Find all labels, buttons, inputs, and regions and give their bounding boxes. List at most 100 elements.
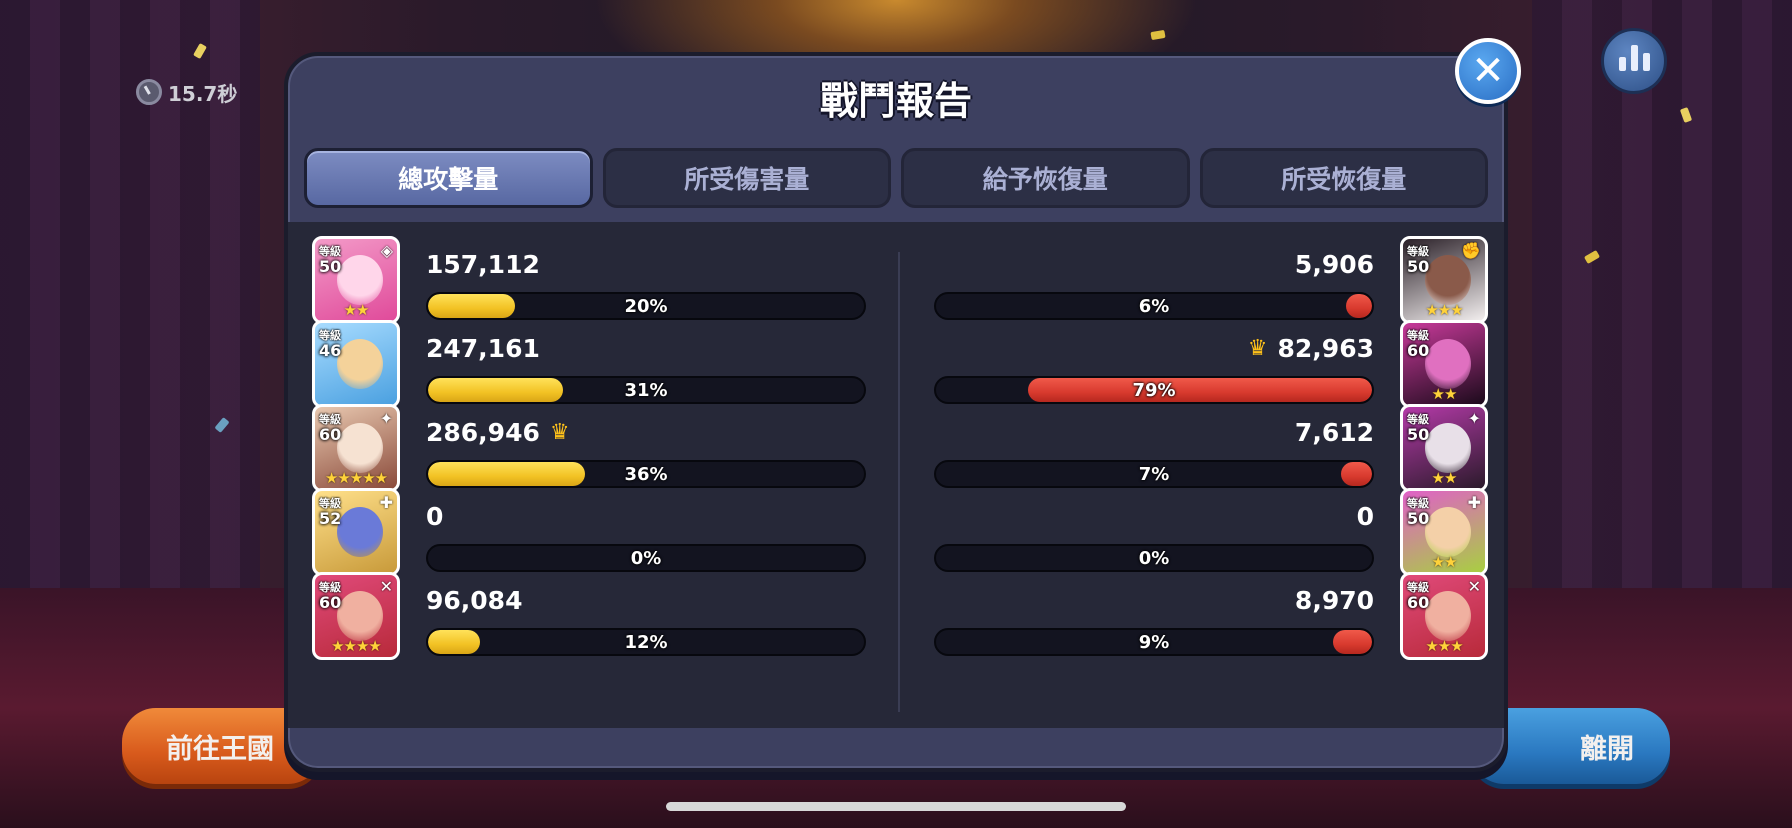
- cookie-level: 60: [319, 593, 342, 612]
- damage-share-percent: 36%: [624, 464, 668, 485]
- damage-share-bar: 36%: [426, 460, 866, 488]
- damage-share-percent: 31%: [624, 380, 668, 401]
- cookie-level: 50: [319, 257, 342, 276]
- right-team-row: 等級 60 ✕ ★★★ 8,970 9%: [928, 572, 1488, 660]
- cookie-avatar[interactable]: 等級 60 ★★: [1400, 320, 1488, 408]
- bar-chart-icon: [1618, 57, 1626, 71]
- bar-chart-icon: [1642, 53, 1650, 71]
- damage-value: 286,946 ♛: [426, 418, 570, 447]
- go-to-kingdom-label: 前往王國: [166, 733, 274, 765]
- damage-value: 5,906: [1295, 250, 1374, 279]
- damage-value: 8,970: [1295, 586, 1374, 615]
- class-badge-icon: ✕: [1467, 577, 1481, 596]
- star-rating: ★★★★: [331, 637, 382, 655]
- damage-share-bar: 0%: [426, 544, 866, 572]
- damage-number: 8,970: [1294, 586, 1374, 615]
- stats-button[interactable]: [1601, 28, 1667, 94]
- damage-number: 157,112: [426, 250, 540, 279]
- damage-share-percent: 20%: [624, 296, 668, 317]
- damage-value: 7,612: [1295, 418, 1374, 447]
- confetti: [1150, 29, 1166, 41]
- star-rating: ★★★★★: [324, 469, 388, 487]
- cookie-avatar[interactable]: 等級 50 ✦ ★★: [1400, 404, 1488, 492]
- star-rating: ★★: [1431, 553, 1458, 571]
- cookie-portrait: [337, 339, 383, 389]
- damage-share-percent: 12%: [624, 632, 668, 653]
- bar-chart-icon: [1630, 45, 1638, 71]
- damage-share-bar: 6%: [934, 292, 1374, 320]
- damage-value: 157,112: [426, 250, 540, 279]
- damage-value: 247,161: [426, 334, 540, 363]
- class-badge-icon: ✚: [379, 493, 393, 512]
- cookie-portrait: [1425, 591, 1471, 641]
- damage-number: 7,612: [1294, 418, 1374, 447]
- cookie-avatar[interactable]: 等級 50 ◈ ★★: [312, 236, 400, 324]
- tab-total-attack[interactable]: 總攻擊量: [304, 148, 593, 208]
- damage-share-bar: 7%: [934, 460, 1374, 488]
- tab-damage-taken[interactable]: 所受傷害量: [602, 148, 891, 208]
- close-button[interactable]: ✕: [1455, 38, 1521, 104]
- clock-icon: [136, 79, 162, 105]
- cookie-avatar[interactable]: 等級 46: [312, 320, 400, 408]
- cookie-portrait: [337, 591, 383, 641]
- damage-share-bar: 31%: [426, 376, 866, 404]
- left-team-row: 等級 50 ◈ ★★ 157,112 20%: [312, 236, 872, 324]
- cookie-portrait: [337, 423, 383, 473]
- cookie-avatar[interactable]: 等級 50 ✊ ★★★: [1400, 236, 1488, 324]
- cookie-level: 50: [1407, 257, 1430, 276]
- damage-share-bar: 9%: [934, 628, 1374, 656]
- cookie-portrait: [1425, 423, 1471, 473]
- tab-healing-received[interactable]: 所受恢復量: [1199, 148, 1488, 208]
- class-badge-icon: ✚: [1467, 493, 1481, 512]
- class-badge-icon: ✕: [379, 577, 393, 596]
- cookie-avatar[interactable]: 等級 50 ✚ ★★: [1400, 488, 1488, 576]
- cookie-portrait: [1425, 507, 1471, 557]
- damage-number: 0: [1356, 502, 1374, 531]
- damage-number: 5,906: [1294, 250, 1374, 279]
- cookie-level: 50: [1407, 425, 1430, 444]
- damage-number: 96,084: [426, 586, 523, 615]
- cookie-avatar[interactable]: 等級 60 ✕ ★★★★: [312, 572, 400, 660]
- damage-number: 82,963: [1277, 334, 1374, 363]
- exit-label: 離開: [1580, 733, 1634, 765]
- damage-share-percent: 9%: [1138, 632, 1170, 653]
- cookie-avatar[interactable]: 等級 60 ✕ ★★★: [1400, 572, 1488, 660]
- left-team-row: 等級 46 247,161 31%: [312, 320, 872, 408]
- damage-number: 247,161: [426, 334, 540, 363]
- star-rating: ★★: [1431, 385, 1458, 403]
- damage-value: 96,084: [426, 586, 522, 615]
- team-divider: [898, 252, 900, 712]
- timer-value: 15.7秒: [168, 81, 238, 106]
- star-rating: ★★★: [1425, 637, 1463, 655]
- damage-share-bar: 0%: [934, 544, 1374, 572]
- damage-share-bar: 20%: [426, 292, 866, 320]
- class-badge-icon: ✊: [1461, 241, 1481, 260]
- cookie-level: 50: [1407, 509, 1430, 528]
- damage-share-percent: 7%: [1138, 464, 1170, 485]
- star-rating: ★★★: [1425, 301, 1463, 319]
- cookie-level: 60: [1407, 593, 1430, 612]
- right-team-row: 等級 50 ✚ ★★ 0 0%: [928, 488, 1488, 576]
- right-team-row: 等級 60 ★★ ♛ 82,963 79%: [928, 320, 1488, 408]
- cookie-portrait: [1425, 255, 1471, 305]
- damage-share-percent: 79%: [1132, 380, 1176, 401]
- cookie-level: 60: [1407, 341, 1430, 360]
- right-team-row: 等級 50 ✊ ★★★ 5,906 6%: [928, 236, 1488, 324]
- cookie-avatar[interactable]: 等級 52 ✚: [312, 488, 400, 576]
- crown-icon: ♛: [1247, 336, 1268, 361]
- cookie-avatar[interactable]: 等級 60 ✦ ★★★★★: [312, 404, 400, 492]
- class-badge-icon: ✦: [1467, 409, 1481, 428]
- cookie-level: 60: [319, 425, 342, 444]
- battle-report-panel: 戰鬥報告 總攻擊量 所受傷害量 給予恢復量 所受恢復量 等級 50 ◈ ★★ 157,1…: [284, 52, 1508, 772]
- crown-icon: ♛: [549, 420, 570, 445]
- damage-value: 0: [426, 502, 443, 531]
- damage-number: 286,946: [426, 418, 540, 447]
- tab-bar: 總攻擊量 所受傷害量 給予恢復量 所受恢復量: [304, 148, 1488, 212]
- damage-share-percent: 0%: [630, 548, 662, 569]
- star-rating: ★★: [1431, 469, 1458, 487]
- close-icon: ✕: [1471, 48, 1505, 94]
- right-team-row: 等級 50 ✦ ★★ 7,612 7%: [928, 404, 1488, 492]
- damage-share-percent: 0%: [1138, 548, 1170, 569]
- panel-title: 戰鬥報告: [819, 79, 972, 123]
- tab-healing-given[interactable]: 給予恢復量: [901, 148, 1190, 208]
